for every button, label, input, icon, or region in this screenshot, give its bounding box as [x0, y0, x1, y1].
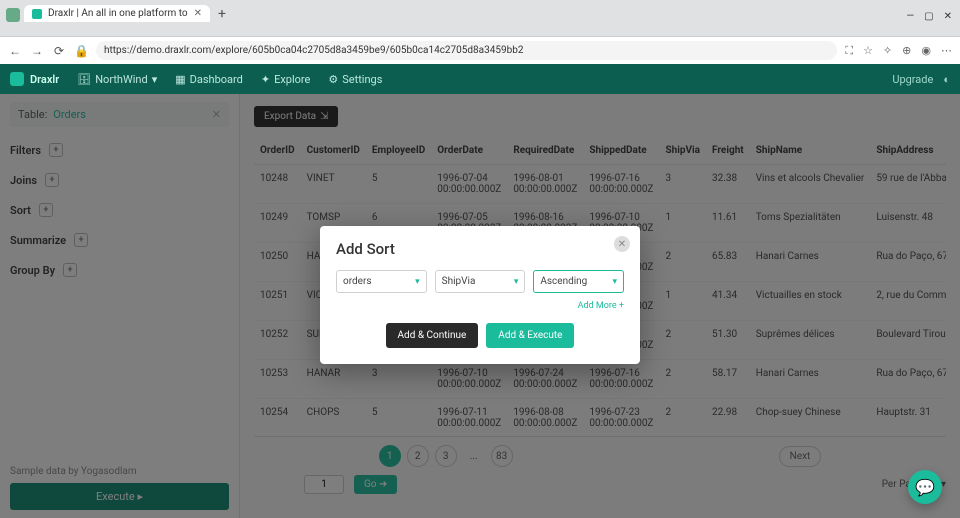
select-value: orders: [343, 276, 372, 287]
chat-icon: 💬: [915, 478, 935, 497]
menu-icon[interactable]: ⋯: [941, 44, 952, 58]
extension-icon[interactable]: ✧: [883, 44, 892, 58]
nav-settings[interactable]: ⚙ Settings: [328, 73, 382, 86]
sort-order-select[interactable]: Ascending ▾: [533, 270, 624, 293]
modal-title: Add Sort: [336, 240, 624, 258]
sort-column-select[interactable]: ShipVia ▾: [435, 270, 526, 293]
chevron-down-icon: ▾: [415, 276, 420, 286]
brand-text: Draxlr: [30, 73, 59, 86]
chevron-down-icon: ▾: [514, 276, 519, 286]
nav-dashboard[interactable]: ▦ Dashboard: [175, 73, 243, 86]
add-execute-button[interactable]: Add & Execute: [486, 323, 574, 348]
select-value: Ascending: [540, 276, 587, 287]
select-value: ShipVia: [442, 276, 476, 287]
close-modal-button[interactable]: ✕: [614, 236, 630, 252]
address-bar[interactable]: [96, 41, 837, 60]
db-name: NorthWind: [95, 73, 148, 86]
add-more-link[interactable]: Add More +: [336, 301, 624, 311]
add-sort-modal: ✕ Add Sort orders ▾ ShipVia ▾ Ascending ▾ A…: [320, 226, 640, 364]
window-minimize[interactable]: —: [906, 11, 914, 22]
lock-icon: 🔒: [74, 44, 88, 58]
favicon-icon: [32, 9, 42, 19]
back-icon[interactable]: ←: [8, 44, 22, 58]
nav-label: Dashboard: [190, 73, 243, 86]
favorite-icon[interactable]: ☆: [863, 44, 873, 58]
chat-fab[interactable]: 💬: [908, 470, 942, 504]
collections-icon[interactable]: ⊕: [902, 44, 911, 58]
dashboard-icon: ▦: [175, 73, 185, 86]
db-selector[interactable]: 🗄 NorthWind ▾: [77, 73, 157, 86]
add-more-label: Add More: [578, 301, 617, 311]
reader-icon[interactable]: ⛶: [845, 44, 853, 58]
chevron-down-icon: ▾: [152, 73, 158, 86]
close-icon[interactable]: ✕: [194, 8, 202, 19]
chevron-down-icon: ▾: [612, 276, 617, 286]
tab-title: Draxlr | An all in one platform to: [48, 8, 188, 19]
profile-icon[interactable]: ◉: [921, 44, 931, 58]
browser-tab[interactable]: Draxlr | An all in one platform to ✕: [24, 5, 210, 22]
explore-icon: ✦: [261, 73, 270, 86]
nav-explore[interactable]: ✦ Explore: [261, 73, 311, 86]
logo-icon: [10, 72, 24, 86]
nav-label: Settings: [342, 73, 382, 86]
reload-icon[interactable]: ⟳: [52, 44, 66, 58]
database-icon: 🗄: [77, 73, 91, 86]
nav-label: Explore: [274, 73, 310, 86]
brand-logo[interactable]: Draxlr: [10, 72, 59, 86]
forward-icon[interactable]: →: [30, 44, 44, 58]
window-close[interactable]: ✕: [944, 11, 952, 22]
user-avatar-icon[interactable]: ◐: [943, 73, 950, 86]
add-continue-button[interactable]: Add & Continue: [386, 323, 479, 348]
upgrade-link[interactable]: Upgrade: [892, 73, 933, 86]
gear-icon: ⚙: [328, 73, 338, 86]
window-maximize[interactable]: ▢: [924, 11, 933, 22]
sort-table-select[interactable]: orders ▾: [336, 270, 427, 293]
app-menu-icon[interactable]: [6, 8, 20, 22]
new-tab-button[interactable]: +: [212, 6, 232, 22]
